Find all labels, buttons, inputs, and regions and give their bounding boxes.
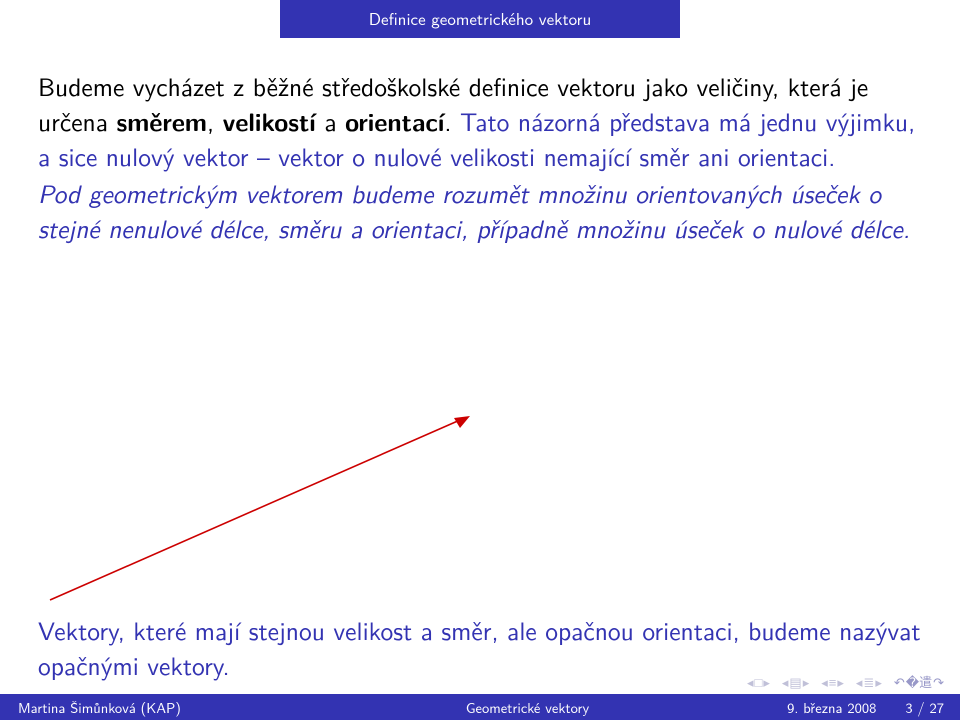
p1-bold-smerem: směrem — [117, 102, 208, 139]
paragraph-2: Pod geometrickým vektorem budeme rozumět… — [38, 175, 922, 245]
nav-back-forward-icon[interactable]: ↶�遣↷ — [894, 672, 944, 692]
footer-page-total: 27 — [930, 697, 945, 718]
header-bar: Definice geometrického vektoru — [0, 0, 960, 38]
nav-slide-icon[interactable]: ◂□▸ — [747, 673, 770, 692]
arrow-line — [50, 420, 460, 600]
footer-bar: Martina Šimůnková (KAP) Geometrické vekt… — [0, 694, 960, 720]
p1-bold-orientaci: orientací — [345, 102, 444, 139]
slide-body: Budeme vycházet z běžné středoškolské de… — [0, 38, 960, 245]
footer-author: Martina Šimůnková (KAP) — [0, 697, 310, 718]
p1-sep1: , — [207, 102, 223, 139]
p1-end: . — [444, 102, 460, 139]
p2-a: Pod — [38, 174, 89, 211]
footer-page-sep: / — [913, 697, 930, 718]
nav-subsection-icon[interactable]: ◂≡▸ — [821, 673, 844, 692]
footer-date-text: 9. března 2008 — [787, 697, 876, 718]
slide-title-text: Definice geometrického vektoru — [369, 6, 592, 31]
p2-b: geometrickým vektorem — [89, 174, 343, 211]
footer-author-text: Martina Šimůnková (KAP) — [18, 697, 181, 718]
p1-sep2: a — [316, 102, 345, 139]
footer-title: Geometrické vektory — [310, 697, 745, 718]
footer-page-current: 3 — [905, 697, 912, 718]
beamer-nav-symbols[interactable]: ◂□▸ ◂▤▸ ◂≡▸ ◂≣▸ ↶�遣↷ — [747, 672, 944, 692]
footer-title-text: Geometrické vektory — [466, 697, 589, 718]
slide-title: Definice geometrického vektoru — [280, 0, 680, 38]
p2-f: nulové — [773, 209, 841, 246]
p2-d: nenulové — [108, 209, 201, 246]
paragraph-1: Budeme vycházet z běžné středoškolské de… — [38, 68, 922, 174]
p2-g: délce. — [841, 209, 910, 246]
arrow-svg — [40, 400, 490, 620]
nav-section-icon[interactable]: ◂≣▸ — [856, 673, 882, 692]
vector-arrow-figure — [40, 400, 490, 620]
nav-frame-icon[interactable]: ◂▤▸ — [782, 673, 809, 692]
footer-date-page: 9. března 2008 3 / 27 — [745, 697, 960, 718]
p2-e: délce, směru a orientaci, případně množi… — [201, 209, 773, 246]
p1-bold-velikosti: velikostí — [223, 102, 316, 139]
